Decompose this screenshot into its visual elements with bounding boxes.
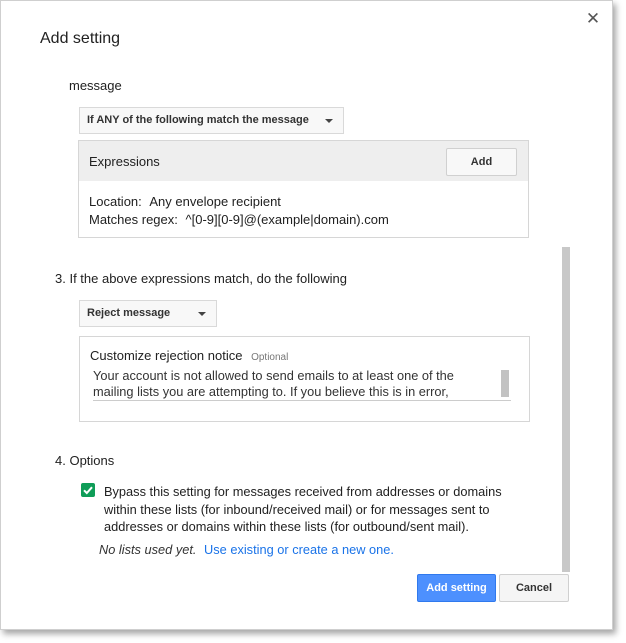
step3-label: 3. If the above expressions match, do th… xyxy=(55,271,347,286)
rejection-notice-panel: Customize rejection notice Optional Your… xyxy=(79,336,530,422)
match-mode-value: If ANY of the following match the messag… xyxy=(87,114,309,126)
bypass-line-1: Bypass this setting for messages receive… xyxy=(104,484,502,499)
message-label: message xyxy=(69,78,122,93)
bypass-line-2: within these lists (for inbound/received… xyxy=(104,501,490,517)
lists-row: No lists used yet. Use existing or creat… xyxy=(99,542,394,557)
dialog-scrollbar[interactable] xyxy=(562,247,570,572)
action-value: Reject message xyxy=(87,307,171,319)
optional-tag: Optional xyxy=(251,352,289,363)
notice-header: Customize rejection notice Optional xyxy=(90,348,288,363)
regex-label: Matches regex: xyxy=(89,212,178,227)
add-setting-dialog: Add setting ✕ message If ANY of the foll… xyxy=(0,0,613,630)
match-mode-dropdown[interactable]: If ANY of the following match the messag… xyxy=(79,107,344,134)
expressions-header: Expressions Add xyxy=(79,141,528,181)
notice-label: Customize rejection notice xyxy=(90,348,243,363)
add-setting-button[interactable]: Add setting xyxy=(417,574,496,602)
close-icon[interactable]: ✕ xyxy=(584,10,602,28)
location-value: Any envelope recipient xyxy=(149,194,281,209)
action-dropdown[interactable]: Reject message xyxy=(79,300,217,327)
caret-down-icon xyxy=(325,119,333,123)
bypass-checkbox[interactable] xyxy=(81,483,95,497)
notice-line-2: mailing lists you are attempting to. If … xyxy=(93,384,449,399)
location-label: Location: xyxy=(89,194,142,209)
checkmark-icon xyxy=(83,486,93,495)
no-lists-text: No lists used yet. xyxy=(99,542,197,557)
expressions-panel: Expressions Add Location: Any envelope r… xyxy=(78,140,529,238)
step4-label: 4. Options xyxy=(55,453,115,468)
location-row: Location: Any envelope recipient xyxy=(89,194,281,209)
notice-line-1: Your account is not allowed to send emai… xyxy=(93,368,454,383)
cancel-button[interactable]: Cancel xyxy=(499,574,569,602)
bypass-description: Bypass this setting for messages receive… xyxy=(104,483,502,536)
add-expression-button[interactable]: Add xyxy=(446,148,517,176)
caret-down-icon xyxy=(198,312,206,316)
notice-scrollbar-thumb[interactable] xyxy=(501,370,509,397)
regex-row: Matches regex: ^[0-9][0-9]@(example|doma… xyxy=(89,212,389,227)
dialog-title: Add setting xyxy=(40,30,121,47)
bypass-line-3: addresses or domains within these lists … xyxy=(104,519,469,534)
expressions-title: Expressions xyxy=(89,154,160,169)
rejection-notice-textarea[interactable]: Your account is not allowed to send emai… xyxy=(93,368,511,401)
regex-value: ^[0-9][0-9]@(example|domain).com xyxy=(185,212,389,227)
use-existing-link[interactable]: Use existing or create a new one. xyxy=(204,542,394,557)
